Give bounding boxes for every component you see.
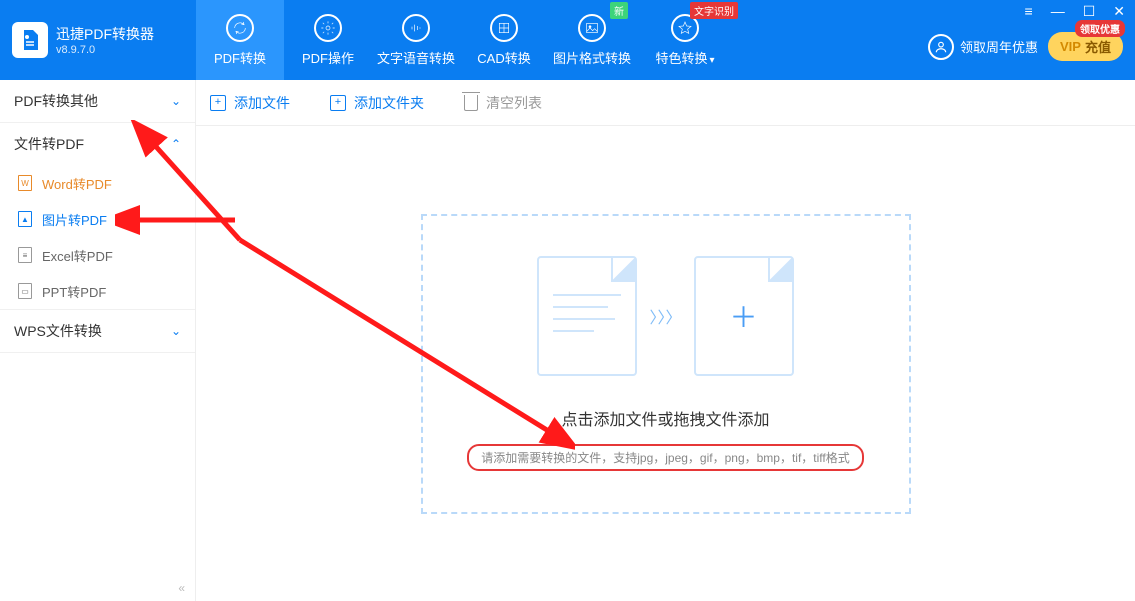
vip-button[interactable]: 领取优惠 VIP 充值 [1048,32,1123,61]
new-badge: 新 [610,2,628,19]
tool-label: 添加文件夹 [354,93,424,113]
plus-icon: + [210,95,226,111]
sidebar-item-label: Excel转PDF [42,246,113,265]
sidebar-group-wps-convert: WPS文件转换 ⌄ [0,310,195,353]
sidebar-header[interactable]: WPS文件转换 ⌄ [0,310,195,352]
menu-icon[interactable]: ≡ [1025,4,1033,20]
vip-badge: 领取优惠 [1075,20,1125,37]
excel-icon: ≡ [18,247,32,263]
audio-icon [402,14,430,42]
tab-text-audio[interactable]: 文字语音转换 [372,0,460,80]
sidebar-collapse-icon[interactable]: « [168,575,195,601]
image-icon [578,14,606,42]
sidebar-item-label: PPT转PDF [42,282,106,301]
tab-label: 文字语音转换 [377,48,455,67]
toolbar: + 添加文件 + 添加文件夹 清空列表 [196,80,1135,126]
tab-label: PDF转换 [214,48,266,67]
tab-label: CAD转换 [477,48,530,67]
trash-icon [464,95,478,111]
image-file-icon: ▲ [18,211,32,227]
sidebar-group-title: 文件转PDF [14,134,84,154]
tab-pdf-convert[interactable]: PDF转换 [196,0,284,80]
app-logo-icon [12,22,48,58]
vip-prefix: VIP [1060,39,1081,54]
chevron-down-icon: ⌄ [171,324,181,338]
add-folder-button[interactable]: + 添加文件夹 [330,93,424,113]
sidebar-item-label: 图片转PDF [42,210,107,229]
main-tabs: PDF转换 PDF操作 文字语音转换 CAD转换 新 图片格式转换 文字识别 特… [196,0,734,80]
tool-label: 清空列表 [486,93,542,113]
close-icon[interactable]: ✕ [1113,4,1125,20]
maximize-icon[interactable]: ☐ [1083,4,1096,20]
main-area: PDF转换其他 ⌄ 文件转PDF ⌃ W Word转PDF ▲ 图片转PDF ≡ [0,80,1135,601]
window-controls: ≡ ― ☐ ✕ [1025,0,1135,20]
tab-label: 图片格式转换 [553,48,631,67]
tab-cad-convert[interactable]: CAD转换 [460,0,548,80]
cad-icon [490,14,518,42]
tool-label: 添加文件 [234,93,290,113]
minimize-icon[interactable]: ― [1051,4,1065,20]
sidebar-item-excel-to-pdf[interactable]: ≡ Excel转PDF [0,237,195,273]
sidebar-header[interactable]: PDF转换其他 ⌄ [0,80,195,122]
sidebar-item-image-to-pdf[interactable]: ▲ 图片转PDF [0,201,195,237]
content-area: + 添加文件 + 添加文件夹 清空列表 〉〉〉 ＋ [196,80,1135,601]
arrows-icon: 〉〉〉 [649,304,681,328]
drop-hint: 请添加需要转换的文件，支持jpg，jpeg，gif，png，bmp，tif，ti… [467,444,864,471]
sidebar-item-ppt-to-pdf[interactable]: ▭ PPT转PDF [0,273,195,309]
vip-label: 充值 [1085,37,1111,56]
sidebar-group-pdf-to-other: PDF转换其他 ⌄ [0,80,195,123]
gear-icon [314,14,342,42]
drop-title: 点击添加文件或拖拽文件添加 [561,406,769,430]
chevron-up-icon: ⌃ [171,137,181,151]
plus-icon: + [330,95,346,111]
sidebar: PDF转换其他 ⌄ 文件转PDF ⌃ W Word转PDF ▲ 图片转PDF ≡ [0,80,196,601]
avatar-icon [928,34,954,60]
app-header: 迅捷PDF转换器 v8.9.7.0 PDF转换 PDF操作 文字语音转换 CAD… [0,0,1135,80]
plus-icon: ＋ [696,258,792,374]
sidebar-header[interactable]: 文件转PDF ⌃ [0,123,195,165]
tab-special-convert[interactable]: 文字识别 特色转换▾ [636,0,734,80]
anniversary-label: 领取周年优惠 [960,37,1038,56]
drop-box[interactable]: 〉〉〉 ＋ 点击添加文件或拖拽文件添加 请添加需要转换的文件，支持jpg，jpe… [421,214,911,514]
add-target-icon: ＋ [694,256,794,376]
sidebar-item-label: Word转PDF [42,174,112,193]
drop-area: 〉〉〉 ＋ 点击添加文件或拖拽文件添加 请添加需要转换的文件，支持jpg，jpe… [196,126,1135,601]
convert-icon [226,14,254,42]
app-version: v8.9.7.0 [56,44,154,56]
logo-block: 迅捷PDF转换器 v8.9.7.0 [0,0,196,80]
text-recognition-badge: 文字识别 [690,2,738,19]
sidebar-group-file-to-pdf: 文件转PDF ⌃ W Word转PDF ▲ 图片转PDF ≡ Excel转PDF… [0,123,195,310]
tab-label: 特色转换▾ [655,48,714,67]
word-icon: W [18,175,32,191]
chevron-down-icon: ⌄ [171,94,181,108]
ppt-icon: ▭ [18,283,32,299]
drop-graphic: 〉〉〉 ＋ [537,256,793,376]
sidebar-group-title: PDF转换其他 [14,91,98,111]
app-title: 迅捷PDF转换器 [56,24,154,44]
sidebar-item-word-to-pdf[interactable]: W Word转PDF [0,165,195,201]
tab-image-format[interactable]: 新 图片格式转换 [548,0,636,80]
add-file-button[interactable]: + 添加文件 [210,93,290,113]
clear-list-button[interactable]: 清空列表 [464,93,542,113]
anniversary-button[interactable]: 领取周年优惠 [928,34,1038,60]
tab-label: PDF操作 [302,48,354,67]
tab-pdf-operate[interactable]: PDF操作 [284,0,372,80]
sidebar-group-title: WPS文件转换 [14,321,102,341]
header-right: ≡ ― ☐ ✕ 领取周年优惠 领取优惠 VIP 充值 [928,0,1135,80]
document-icon [537,256,637,376]
